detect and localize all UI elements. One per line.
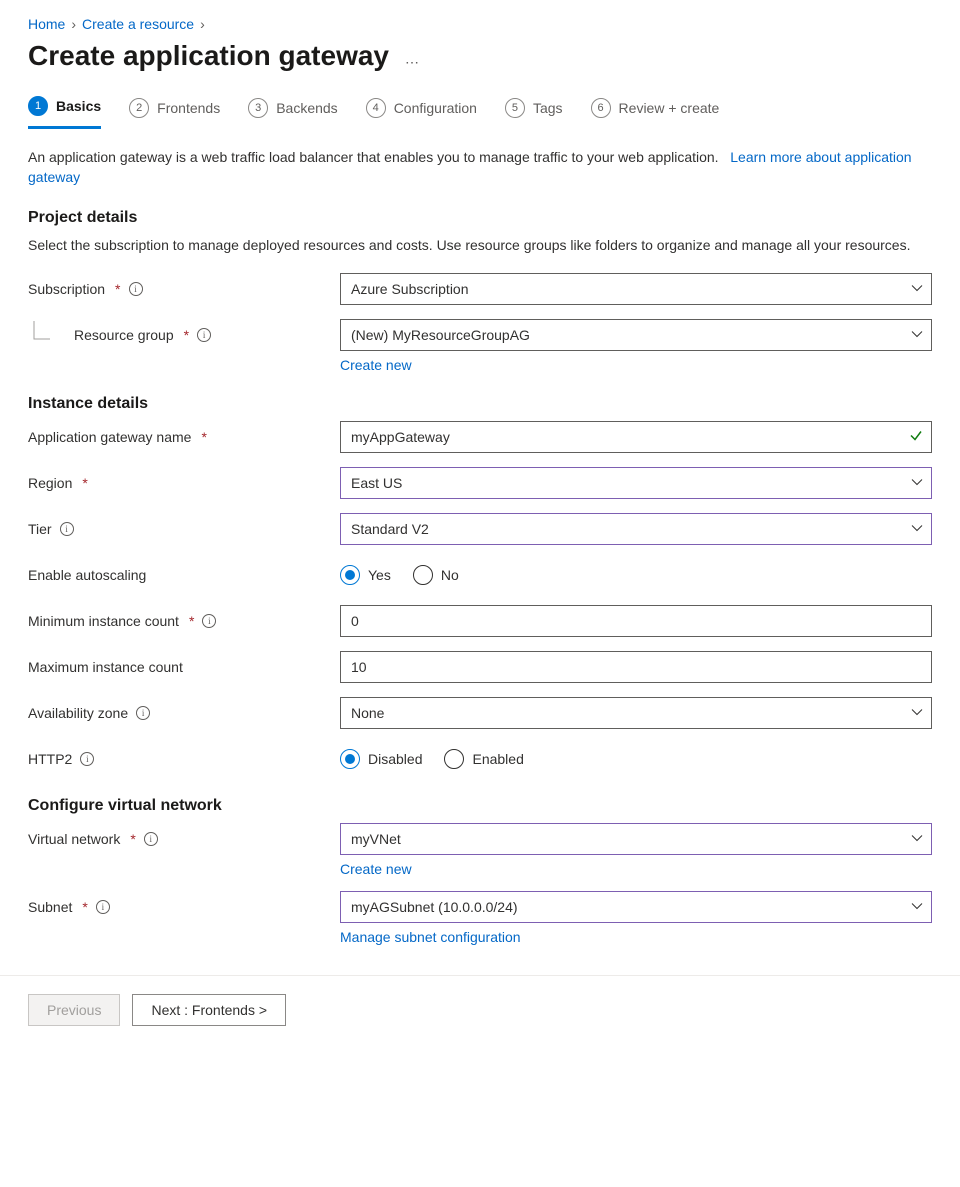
input-value: 10	[351, 659, 367, 675]
enable-autoscaling-radio-group: Yes No	[340, 559, 932, 591]
breadcrumb-sep: ›	[200, 16, 205, 32]
chevron-down-icon	[911, 475, 923, 491]
manage-subnet-link[interactable]: Manage subnet configuration	[340, 929, 521, 945]
max-instance-count-label: Maximum instance count	[28, 651, 340, 683]
resource-group-dropdown[interactable]: (New) MyResourceGroupAG	[340, 319, 932, 351]
info-icon[interactable]	[144, 832, 158, 846]
breadcrumb-sep: ›	[71, 16, 76, 32]
chevron-down-icon	[911, 521, 923, 537]
subscription-label: Subscription*	[28, 273, 340, 305]
subnet-dropdown[interactable]: myAGSubnet (10.0.0.0/24)	[340, 891, 932, 923]
wizard-footer: Previous Next : Frontends >	[0, 975, 960, 1026]
subscription-dropdown[interactable]: Azure Subscription	[340, 273, 932, 305]
create-new-vnet-link[interactable]: Create new	[340, 861, 412, 877]
radio-label: Disabled	[368, 751, 422, 767]
tier-dropdown[interactable]: Standard V2	[340, 513, 932, 545]
dropdown-value: myAGSubnet (10.0.0.0/24)	[351, 899, 518, 915]
tab-label: Backends	[276, 100, 337, 116]
section-project-details-title: Project details	[28, 209, 932, 227]
radio-label: Enabled	[472, 751, 523, 767]
section-instance-details-title: Instance details	[28, 395, 932, 413]
subnet-label: Subnet*	[28, 891, 340, 923]
region-dropdown[interactable]: East US	[340, 467, 932, 499]
dropdown-value: None	[351, 705, 384, 721]
autoscaling-no-radio[interactable]: No	[413, 565, 459, 585]
info-icon[interactable]	[80, 752, 94, 766]
chevron-down-icon	[911, 705, 923, 721]
info-icon[interactable]	[60, 522, 74, 536]
dropdown-value: Azure Subscription	[351, 281, 469, 297]
valid-checkmark-icon	[909, 429, 923, 446]
dropdown-value: myVNet	[351, 831, 401, 847]
app-gateway-name-label: Application gateway name*	[28, 421, 340, 453]
radio-label: Yes	[368, 567, 391, 583]
info-icon[interactable]	[136, 706, 150, 720]
tab-label: Tags	[533, 100, 563, 116]
tab-label: Basics	[56, 98, 101, 114]
dropdown-value: Standard V2	[351, 521, 429, 537]
autoscaling-yes-radio[interactable]: Yes	[340, 565, 391, 585]
http2-radio-group: Disabled Enabled	[340, 743, 932, 775]
tab-step-number: 1	[28, 96, 48, 116]
tab-basics[interactable]: 1 Basics	[28, 96, 101, 129]
tab-backends[interactable]: 3 Backends	[248, 96, 337, 129]
page-title: Create application gateway	[28, 40, 389, 72]
intro-text: An application gateway is a web traffic …	[28, 147, 932, 187]
breadcrumb: Home › Create a resource ›	[28, 16, 932, 32]
chevron-down-icon	[911, 831, 923, 847]
tab-step-number: 2	[129, 98, 149, 118]
chevron-down-icon	[911, 899, 923, 915]
availability-zone-label: Availability zone	[28, 697, 340, 729]
radio-label: No	[441, 567, 459, 583]
breadcrumb-create-resource[interactable]: Create a resource	[82, 16, 194, 32]
previous-button[interactable]: Previous	[28, 994, 120, 1026]
virtual-network-label: Virtual network*	[28, 823, 340, 855]
breadcrumb-home[interactable]: Home	[28, 16, 65, 32]
chevron-down-icon	[911, 327, 923, 343]
tab-label: Review + create	[619, 100, 720, 116]
next-button[interactable]: Next : Frontends >	[132, 994, 286, 1026]
tab-step-number: 6	[591, 98, 611, 118]
http2-label: HTTP2	[28, 743, 340, 775]
tab-step-number: 5	[505, 98, 525, 118]
region-label: Region*	[28, 467, 340, 499]
more-actions-button[interactable]: ⋯	[405, 54, 421, 71]
tab-configuration[interactable]: 4 Configuration	[366, 96, 477, 129]
input-value: 0	[351, 613, 359, 629]
input-value: myAppGateway	[351, 429, 450, 445]
min-instance-count-label: Minimum instance count*	[28, 605, 340, 637]
min-instance-count-input[interactable]: 0	[340, 605, 932, 637]
http2-enabled-radio[interactable]: Enabled	[444, 749, 523, 769]
dropdown-value: East US	[351, 475, 402, 491]
http2-disabled-radio[interactable]: Disabled	[340, 749, 422, 769]
dropdown-value: (New) MyResourceGroupAG	[351, 327, 530, 343]
info-icon[interactable]	[129, 282, 143, 296]
tab-step-number: 4	[366, 98, 386, 118]
section-project-details-desc: Select the subscription to manage deploy…	[28, 235, 932, 255]
tab-review-create[interactable]: 6 Review + create	[591, 96, 720, 129]
chevron-down-icon	[911, 281, 923, 297]
virtual-network-dropdown[interactable]: myVNet	[340, 823, 932, 855]
create-new-resource-group-link[interactable]: Create new	[340, 357, 412, 373]
section-vnet-title: Configure virtual network	[28, 797, 932, 815]
tab-frontends[interactable]: 2 Frontends	[129, 96, 220, 129]
info-icon[interactable]	[96, 900, 110, 914]
tier-label: Tier	[28, 513, 340, 545]
app-gateway-name-input[interactable]: myAppGateway	[340, 421, 932, 453]
tab-label: Frontends	[157, 100, 220, 116]
tab-step-number: 3	[248, 98, 268, 118]
max-instance-count-input[interactable]: 10	[340, 651, 932, 683]
wizard-tabs: 1 Basics 2 Frontends 3 Backends 4 Config…	[28, 96, 932, 129]
intro-description: An application gateway is a web traffic …	[28, 149, 719, 165]
info-icon[interactable]	[197, 328, 211, 342]
enable-autoscaling-label: Enable autoscaling	[28, 559, 340, 591]
tab-tags[interactable]: 5 Tags	[505, 96, 563, 129]
tab-label: Configuration	[394, 100, 477, 116]
resource-group-label: Resource group*	[28, 319, 340, 351]
info-icon[interactable]	[202, 614, 216, 628]
indent-connector-icon	[28, 321, 56, 349]
availability-zone-dropdown[interactable]: None	[340, 697, 932, 729]
